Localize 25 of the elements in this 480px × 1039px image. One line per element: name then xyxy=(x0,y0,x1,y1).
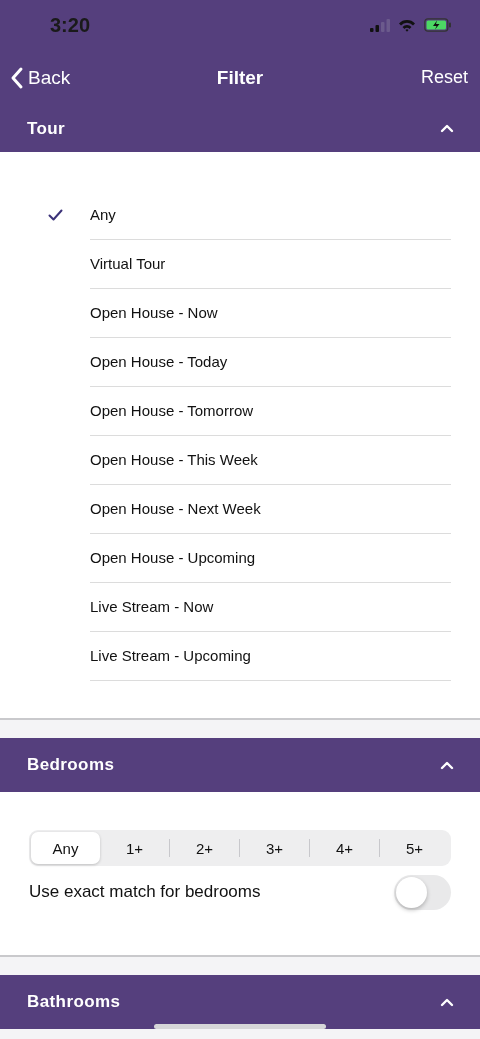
status-time: 3:20 xyxy=(50,13,91,37)
section-header[interactable]: Tour xyxy=(0,105,480,152)
section-title: Bedrooms xyxy=(27,755,115,775)
segment-button[interactable]: 4+ xyxy=(310,832,379,864)
screen-title: Filter xyxy=(216,66,264,89)
toggle-label: Use exact match for bedrooms xyxy=(29,882,261,902)
section-title: Tour xyxy=(27,118,66,139)
segment-button[interactable]: 2+ xyxy=(170,832,239,864)
chevron-up-icon xyxy=(440,124,454,133)
segment-button[interactable]: 1+ xyxy=(100,832,169,864)
section-header[interactable]: Bedrooms xyxy=(0,738,480,792)
segment-button[interactable]: 5+ xyxy=(380,832,449,864)
reset-button[interactable]: Reset xyxy=(420,67,468,88)
section-title: Bathrooms xyxy=(27,992,121,1012)
back-chevron-icon xyxy=(10,65,24,90)
segment-button[interactable]: Any xyxy=(31,832,100,864)
chevron-up-icon xyxy=(440,997,454,1007)
back-button[interactable]: Back xyxy=(10,65,71,90)
signal-icon xyxy=(370,18,390,32)
chevron-up-icon xyxy=(440,760,454,770)
battery-charging-icon xyxy=(424,18,452,32)
wifi-icon xyxy=(398,18,416,32)
toggle-switch[interactable] xyxy=(394,874,451,910)
segment-button[interactable]: 3+ xyxy=(240,832,309,864)
section-header[interactable]: Bathrooms xyxy=(0,975,480,1029)
